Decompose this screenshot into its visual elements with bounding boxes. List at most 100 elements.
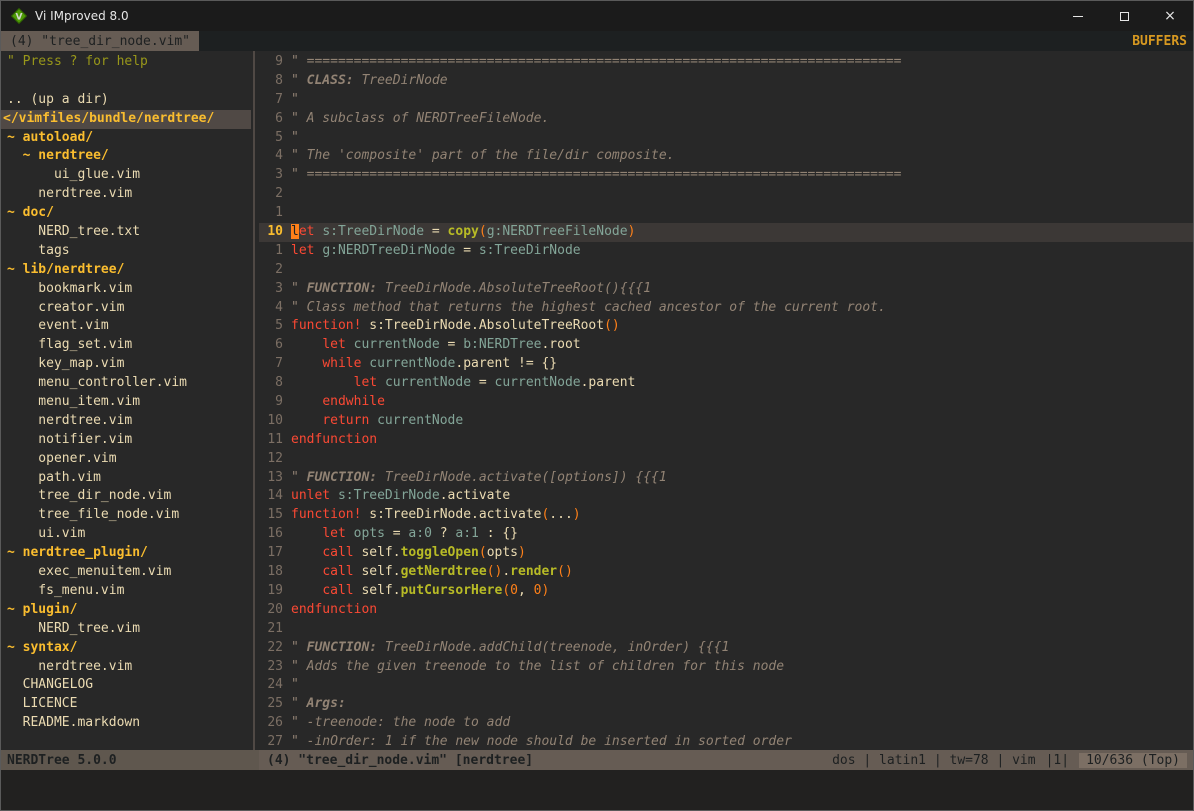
tree-file-item[interactable]: path.vim — [1, 469, 251, 488]
tree-file-item[interactable]: menu_item.vim — [1, 393, 251, 412]
code-line[interactable]: 3" =====================================… — [259, 166, 1193, 185]
code-line[interactable]: 2 — [259, 185, 1193, 204]
code-line[interactable]: 27" -inOrder: 1 if the new node should b… — [259, 733, 1193, 750]
tree-directory-item[interactable]: ~ syntax/ — [1, 639, 251, 658]
code-line[interactable]: 25" Args: — [259, 695, 1193, 714]
code-line[interactable]: 5function! s:TreeDirNode.AbsoluteTreeRoo… — [259, 317, 1193, 336]
code-text: unlet s:TreeDirNode.activate — [283, 487, 510, 506]
tree-file-item[interactable]: exec_menuitem.vim — [1, 563, 251, 582]
tree-file-item[interactable]: README.markdown — [1, 714, 251, 733]
command-line[interactable] — [1, 770, 1193, 810]
tree-directory-item[interactable]: ~ nerdtree/ — [1, 147, 251, 166]
tree-file-item[interactable]: notifier.vim — [1, 431, 251, 450]
line-number: 1 — [259, 204, 283, 223]
tree-file-item[interactable]: NERD_tree.vim — [1, 620, 251, 639]
tree-file-item[interactable]: nerdtree.vim — [1, 412, 251, 431]
code-line[interactable]: 14unlet s:TreeDirNode.activate — [259, 487, 1193, 506]
code-line[interactable]: 7" — [259, 91, 1193, 110]
tree-file-item[interactable]: bookmark.vim — [1, 280, 251, 299]
minimize-button[interactable] — [1055, 1, 1101, 31]
code-line[interactable]: 16 let opts = a:0 ? a:1 : {} — [259, 525, 1193, 544]
code-line[interactable]: 2 — [259, 261, 1193, 280]
statusline-position: 10/636 (Top) — [1079, 753, 1187, 768]
code-line[interactable]: 8 let currentNode = currentNode.parent — [259, 374, 1193, 393]
code-text: " — [283, 91, 299, 110]
code-line[interactable]: 18 call self.getNerdtree().render() — [259, 563, 1193, 582]
code-text: function! s:TreeDirNode.AbsoluteTreeRoot… — [283, 317, 620, 336]
code-text — [283, 185, 291, 204]
code-text: " Class method that returns the highest … — [283, 299, 886, 318]
code-line[interactable]: 4" Class method that returns the highest… — [259, 299, 1193, 318]
line-number: 1 — [259, 242, 283, 261]
code-line[interactable]: 26" -treenode: the node to add — [259, 714, 1193, 733]
tree-file-item[interactable]: key_map.vim — [1, 355, 251, 374]
tree-file-item[interactable]: tree_file_node.vim — [1, 506, 251, 525]
line-number: 9 — [259, 393, 283, 412]
tree-root-item[interactable]: </vimfiles/bundle/nerdtree/ — [1, 110, 251, 129]
vertical-split-handle[interactable] — [251, 51, 259, 750]
code-line[interactable]: 11endfunction — [259, 431, 1193, 450]
line-number: 10 — [259, 223, 283, 242]
nerdtree-statusline: NERDTree 5.0.0 — [1, 750, 259, 770]
tree-directory-item[interactable]: ~ nerdtree_plugin/ — [1, 544, 251, 563]
code-line[interactable]: 6" A subclass of NERDTreeFileNode. — [259, 110, 1193, 129]
tree-directory-item[interactable]: ~ autoload/ — [1, 129, 251, 148]
code-line[interactable]: 7 while currentNode.parent != {} — [259, 355, 1193, 374]
tree-file-item[interactable]: tags — [1, 242, 251, 261]
code-line[interactable]: 9" =====================================… — [259, 53, 1193, 72]
line-number: 24 — [259, 676, 283, 695]
tree-up-dir-item[interactable]: .. (up a dir) — [1, 91, 251, 110]
code-text: call self.getNerdtree().render() — [283, 563, 573, 582]
tree-directory-item[interactable]: ~ plugin/ — [1, 601, 251, 620]
nerdtree-panel: " Press ? for help.. (up a dir)</vimfile… — [1, 51, 251, 750]
tree-file-item[interactable]: creator.vim — [1, 299, 251, 318]
tree-file-item[interactable]: menu_controller.vim — [1, 374, 251, 393]
code-line[interactable]: 22" FUNCTION: TreeDirNode.addChild(treen… — [259, 639, 1193, 658]
tree-file-item[interactable]: fs_menu.vim — [1, 582, 251, 601]
code-line[interactable]: 1 — [259, 204, 1193, 223]
close-button[interactable]: × — [1147, 1, 1193, 31]
tree-directory-item[interactable]: ~ doc/ — [1, 204, 251, 223]
code-line[interactable]: 21 — [259, 620, 1193, 639]
code-line[interactable]: 10 return currentNode — [259, 412, 1193, 431]
code-line[interactable]: 19 call self.putCursorHere(0, 0) — [259, 582, 1193, 601]
maximize-button[interactable] — [1101, 1, 1147, 31]
code-line[interactable]: 5" — [259, 129, 1193, 148]
code-line[interactable]: 1let g:NERDTreeDirNode = s:TreeDirNode — [259, 242, 1193, 261]
code-line[interactable]: 24" — [259, 676, 1193, 695]
code-line[interactable]: 20endfunction — [259, 601, 1193, 620]
code-text: " FUNCTION: TreeDirNode.activate([option… — [283, 469, 667, 488]
tab-tree-dir-node[interactable]: (4) "tree_dir_node.vim" — [1, 31, 199, 51]
line-number: 23 — [259, 658, 283, 677]
editor-panel[interactable]: 9" =====================================… — [259, 51, 1193, 750]
tree-file-item[interactable]: nerdtree.vim — [1, 185, 251, 204]
tree-file-item[interactable]: tree_dir_node.vim — [1, 487, 251, 506]
tree-file-item[interactable]: event.vim — [1, 317, 251, 336]
tree-file-item[interactable]: opener.vim — [1, 450, 251, 469]
code-text: " Args: — [283, 695, 346, 714]
tree-file-item[interactable]: ui.vim — [1, 525, 251, 544]
code-text: let currentNode = b:NERDTree.root — [283, 336, 581, 355]
code-line[interactable]: 4" The 'composite' part of the file/dir … — [259, 147, 1193, 166]
code-line[interactable]: 3" FUNCTION: TreeDirNode.AbsoluteTreeRoo… — [259, 280, 1193, 299]
window-controls: × — [1055, 1, 1193, 31]
code-line[interactable]: 15function! s:TreeDirNode.activate(...) — [259, 506, 1193, 525]
code-text: let currentNode = currentNode.parent — [283, 374, 635, 393]
code-line[interactable]: 13" FUNCTION: TreeDirNode.activate([opti… — [259, 469, 1193, 488]
tree-directory-item[interactable]: ~ lib/nerdtree/ — [1, 261, 251, 280]
code-line[interactable]: 17 call self.toggleOpen(opts) — [259, 544, 1193, 563]
code-line-cursor[interactable]: 10let s:TreeDirNode = copy(g:NERDTreeFil… — [259, 223, 1193, 242]
code-line[interactable]: 12 — [259, 450, 1193, 469]
code-line[interactable]: 23" Adds the given treenode to the list … — [259, 658, 1193, 677]
tree-file-item[interactable]: CHANGELOG — [1, 676, 251, 695]
statusline: NERDTree 5.0.0 (4) "tree_dir_node.vim" [… — [1, 750, 1193, 770]
line-number: 14 — [259, 487, 283, 506]
code-line[interactable]: 9 endwhile — [259, 393, 1193, 412]
code-line[interactable]: 6 let currentNode = b:NERDTree.root — [259, 336, 1193, 355]
tree-file-item[interactable]: flag_set.vim — [1, 336, 251, 355]
tree-file-item[interactable]: NERD_tree.txt — [1, 223, 251, 242]
tree-file-item[interactable]: LICENCE — [1, 695, 251, 714]
code-line[interactable]: 8" CLASS: TreeDirNode — [259, 72, 1193, 91]
tree-file-item[interactable]: ui_glue.vim — [1, 166, 251, 185]
tree-file-item[interactable]: nerdtree.vim — [1, 658, 251, 677]
